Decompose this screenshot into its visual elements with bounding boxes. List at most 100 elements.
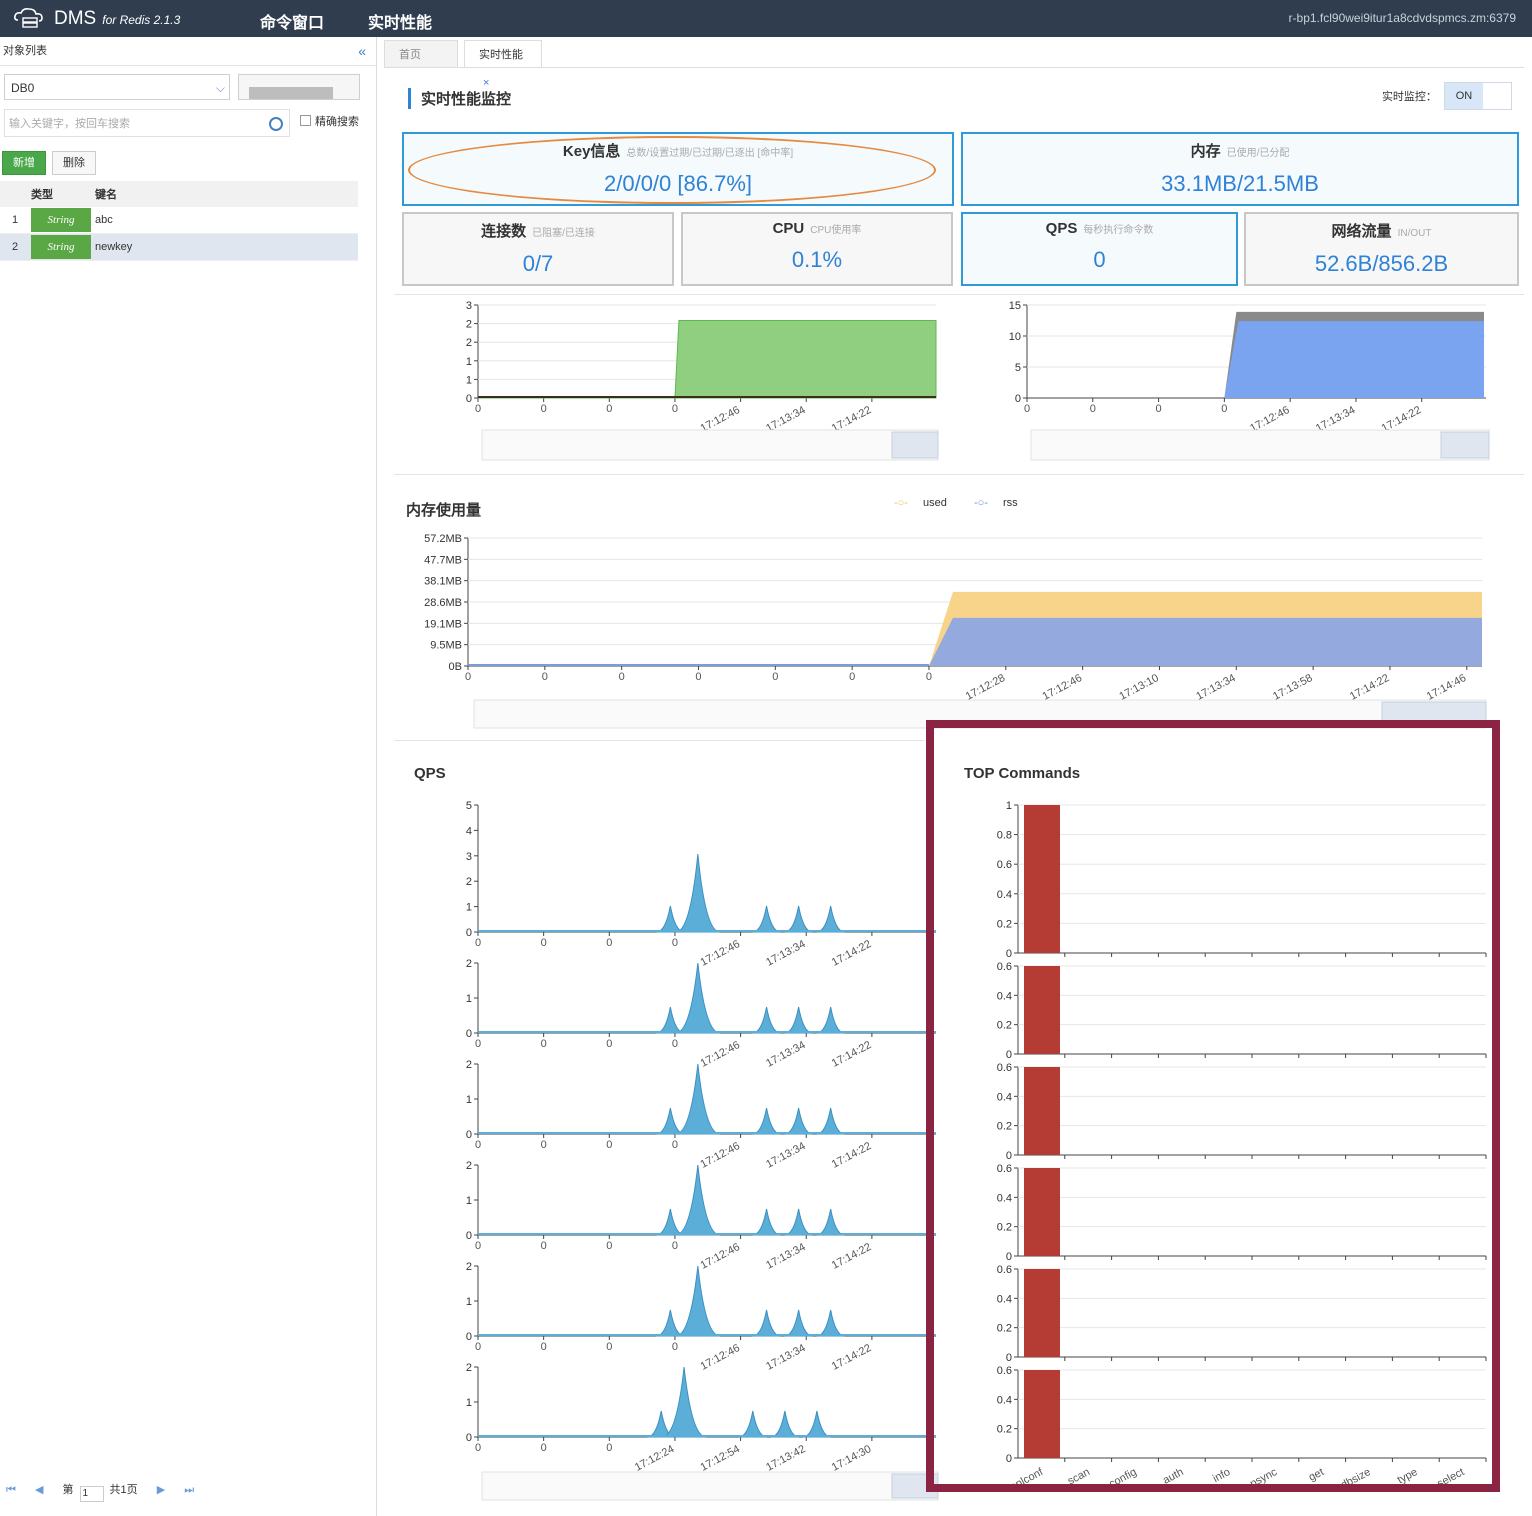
x-tick-label: 17:14:22 xyxy=(830,1241,873,1272)
qps-peak xyxy=(647,1410,676,1438)
collapse-icon[interactable]: « xyxy=(358,37,366,65)
brand-title: DMS for Redis 2.1.3 xyxy=(54,8,181,29)
qps-card: QPS 每秒执行命令数 0 xyxy=(961,212,1238,286)
nav-realtime-performance[interactable]: 实时性能 xyxy=(368,9,432,33)
add-button[interactable]: 新增 xyxy=(2,151,46,175)
qps-peak xyxy=(802,1410,831,1438)
qps-peak xyxy=(752,1208,781,1236)
x-tick-label: 17:14:22 xyxy=(830,1039,873,1070)
x-tick-label: 0 xyxy=(541,1442,547,1454)
x-tick-label: 0 xyxy=(606,1442,612,1454)
y-tick-label: 10 xyxy=(1009,331,1021,343)
y-tick-label: 0.2 xyxy=(997,1222,1012,1234)
command-bar xyxy=(1024,805,1060,953)
card-subtitle: IN/OUT xyxy=(1397,228,1432,239)
card-title: 内存 xyxy=(1190,143,1221,160)
y-tick-label: 0 xyxy=(1006,1352,1012,1364)
qps-peak xyxy=(656,1309,685,1337)
x-tick-label: 0 xyxy=(606,403,612,415)
x-tick-label: 0 xyxy=(1090,403,1096,415)
y-tick-label: 0 xyxy=(1006,1150,1012,1162)
y-tick-label: 0 xyxy=(466,927,472,939)
key-filter-select[interactable] xyxy=(238,74,360,100)
x-tick-label: get xyxy=(1307,1466,1326,1484)
legend-used[interactable]: -○- used xyxy=(894,497,959,509)
legend-rss[interactable]: -○- rss xyxy=(974,497,1030,509)
tab-home[interactable]: 首页 xyxy=(384,40,458,68)
exact-search-checkbox[interactable]: 精确搜索 xyxy=(300,113,359,129)
qps-peak xyxy=(784,1309,813,1337)
y-tick-label: 19.1MB xyxy=(424,618,462,630)
next-page-icon[interactable]: ▶ xyxy=(157,1484,165,1496)
x-tick-label: 17:12:46 xyxy=(699,1140,742,1171)
qps-peak xyxy=(752,1107,781,1135)
y-tick-label: 0.2 xyxy=(997,1121,1012,1133)
nav-command-window[interactable]: 命令窗口 xyxy=(260,9,324,33)
x-tick-label: 0 xyxy=(541,1341,547,1353)
y-tick-label: 2 xyxy=(466,876,472,888)
checkbox-icon[interactable] xyxy=(300,115,311,126)
prev-page-icon[interactable]: ◀ xyxy=(35,1484,43,1496)
top-commands-title: TOP Commands xyxy=(964,765,1081,782)
x-tick-label: 0 xyxy=(672,1038,678,1050)
first-page-icon[interactable]: ⏮ xyxy=(6,1484,16,1496)
x-tick-label: info xyxy=(1211,1466,1232,1485)
x-tick-label: 17:14:22 xyxy=(830,1140,873,1171)
qps-peak xyxy=(784,1006,813,1034)
x-tick-label: 17:12:54 xyxy=(699,1443,742,1474)
table-row[interactable]: 2 String newkey xyxy=(0,233,358,261)
x-tick-label: 0 xyxy=(542,671,548,683)
x-tick-label: 17:14:30 xyxy=(830,1443,873,1474)
qps-peak xyxy=(816,1006,845,1034)
legend-marker-icon: -○- xyxy=(894,497,908,509)
card-value: 52.6B/856.2B xyxy=(1314,251,1449,276)
search-icon[interactable] xyxy=(269,117,283,131)
y-tick-label: 2 xyxy=(466,319,472,331)
x-tick-label: 17:14:46 xyxy=(1425,672,1468,703)
x-tick-label: scan xyxy=(1066,1466,1092,1488)
x-tick-label: 17:13:34 xyxy=(1194,672,1237,703)
db-select[interactable]: DB0 ⌵ xyxy=(4,74,230,100)
table-row[interactable]: 1 String abc xyxy=(0,207,358,234)
key-name[interactable]: newkey xyxy=(94,233,358,261)
x-tick-label: psync xyxy=(1248,1466,1279,1490)
table-header-row: 类型 键名 xyxy=(0,181,358,207)
y-tick-label: 1 xyxy=(466,1397,472,1409)
x-tick-label: 0 xyxy=(772,671,778,683)
card-title: QPS xyxy=(1045,220,1078,237)
x-tick-label: 17:12:46 xyxy=(699,1241,742,1272)
x-tick-label: 17:14:22 xyxy=(1348,672,1391,703)
key-name[interactable]: abc xyxy=(94,207,358,234)
x-tick-label: type xyxy=(1396,1466,1420,1486)
last-page-icon[interactable]: ⏭ xyxy=(184,1484,194,1496)
y-tick-label: 0.6 xyxy=(997,1062,1012,1074)
y-tick-label: 0.4 xyxy=(997,1394,1012,1406)
zoom-handle xyxy=(891,1473,939,1499)
x-tick-label: 17:13:34 xyxy=(1314,404,1357,435)
x-tick-label: 17:13:42 xyxy=(764,1443,807,1474)
qps-peak xyxy=(752,905,781,933)
y-tick-label: 57.2MB xyxy=(424,533,462,545)
keyname-header: 键名 xyxy=(94,181,358,207)
y-tick-label: 2 xyxy=(466,1362,472,1374)
x-tick-label: 0 xyxy=(1024,403,1030,415)
search-input[interactable]: 输入关键字，按回车搜索 xyxy=(4,109,290,137)
x-tick-label: 17:12:46 xyxy=(699,1039,742,1070)
x-tick-label: 0 xyxy=(475,1038,481,1050)
tab-realtime[interactable]: 实时性能× xyxy=(464,40,542,89)
card-subtitle: 已阻塞/已连接 xyxy=(532,228,595,239)
qps-peak xyxy=(675,962,720,1034)
zoom-handle xyxy=(1381,701,1487,727)
y-tick-label: 0 xyxy=(466,1230,472,1242)
qps-peak xyxy=(656,1208,685,1236)
x-tick-label: 0 xyxy=(606,1341,612,1353)
y-tick-label: 0.8 xyxy=(997,830,1012,842)
scroll-track[interactable] xyxy=(249,87,333,99)
y-tick-label: 47.7MB xyxy=(424,554,462,566)
x-tick-label: 0 xyxy=(475,1341,481,1353)
toggle-switch[interactable]: ON xyxy=(1444,82,1512,110)
delete-button[interactable]: 删除 xyxy=(52,151,96,175)
type-badge: String xyxy=(30,233,94,261)
page-input[interactable]: 1 xyxy=(79,1486,104,1502)
y-tick-label: 0.4 xyxy=(997,1091,1012,1103)
